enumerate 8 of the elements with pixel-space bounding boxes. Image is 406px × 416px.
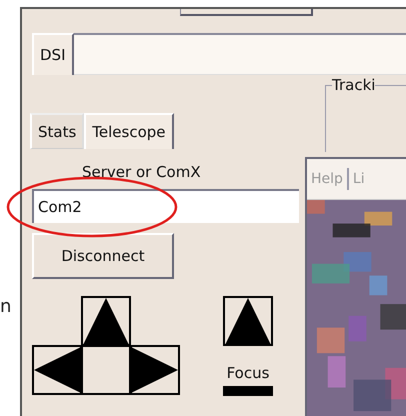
tab[interactable]: DSI bbox=[32, 33, 74, 75]
tab[interactable]: Stats bbox=[30, 113, 84, 149]
focus-label: Focus bbox=[226, 364, 270, 382]
server-field[interactable]: Com2 bbox=[32, 189, 299, 223]
cut-off-text: n bbox=[0, 296, 12, 317]
tab[interactable]: Telescope bbox=[84, 113, 174, 149]
disconnect-button[interactable]: Disconnect bbox=[32, 233, 174, 279]
field-label: Server or ComX bbox=[82, 163, 202, 181]
